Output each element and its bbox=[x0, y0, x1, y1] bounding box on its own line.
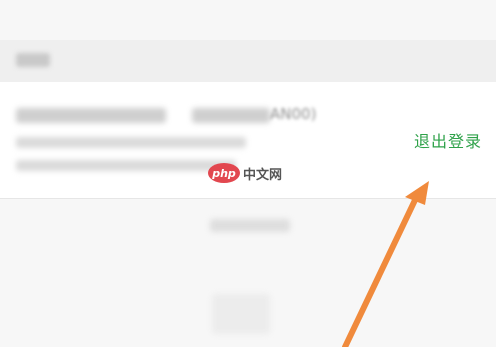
account-name-blurred bbox=[16, 108, 166, 123]
blurred-hint-text bbox=[210, 219, 290, 232]
site-watermark: php 中文网 bbox=[208, 163, 282, 183]
account-detail-line-1 bbox=[16, 137, 246, 148]
section-header bbox=[0, 40, 496, 82]
top-blurred-area bbox=[0, 0, 496, 40]
lower-blurred-area bbox=[0, 199, 496, 347]
account-detail-line-2 bbox=[16, 160, 236, 171]
watermark-logo: php bbox=[208, 163, 240, 183]
section-title-blurred bbox=[16, 53, 50, 67]
blurred-footer-block bbox=[212, 294, 270, 334]
watermark-site-name: 中文网 bbox=[243, 167, 283, 183]
device-model-blurred bbox=[192, 108, 270, 123]
logout-button[interactable]: 退出登录 bbox=[414, 128, 482, 152]
device-model-text: AN00) bbox=[270, 105, 317, 123]
